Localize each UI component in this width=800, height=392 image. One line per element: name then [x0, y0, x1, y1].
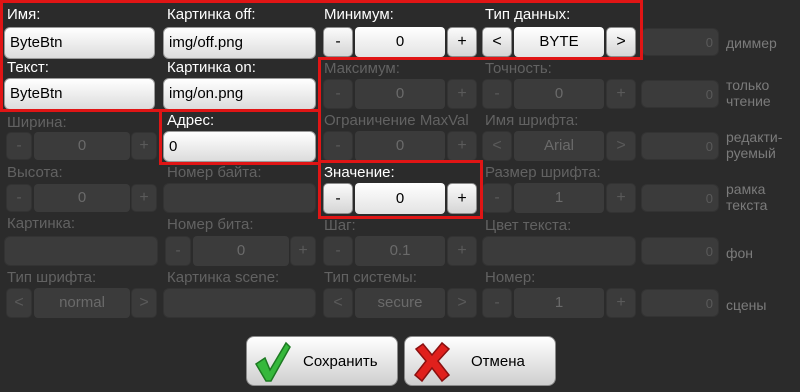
cancel-button[interactable]: Отмена: [404, 336, 556, 386]
save-label: Сохранить: [303, 353, 378, 370]
highlight-overlay: [0, 0, 643, 219]
highlight-frame-main: [0, 0, 643, 112]
highlight-frame-value: [318, 160, 483, 219]
cross-icon: [413, 341, 451, 383]
cancel-label: Отмена: [471, 353, 525, 370]
checkmark-icon: [254, 341, 291, 382]
save-button[interactable]: Сохранить: [246, 336, 398, 386]
highlight-frame-address: [159, 109, 321, 165]
